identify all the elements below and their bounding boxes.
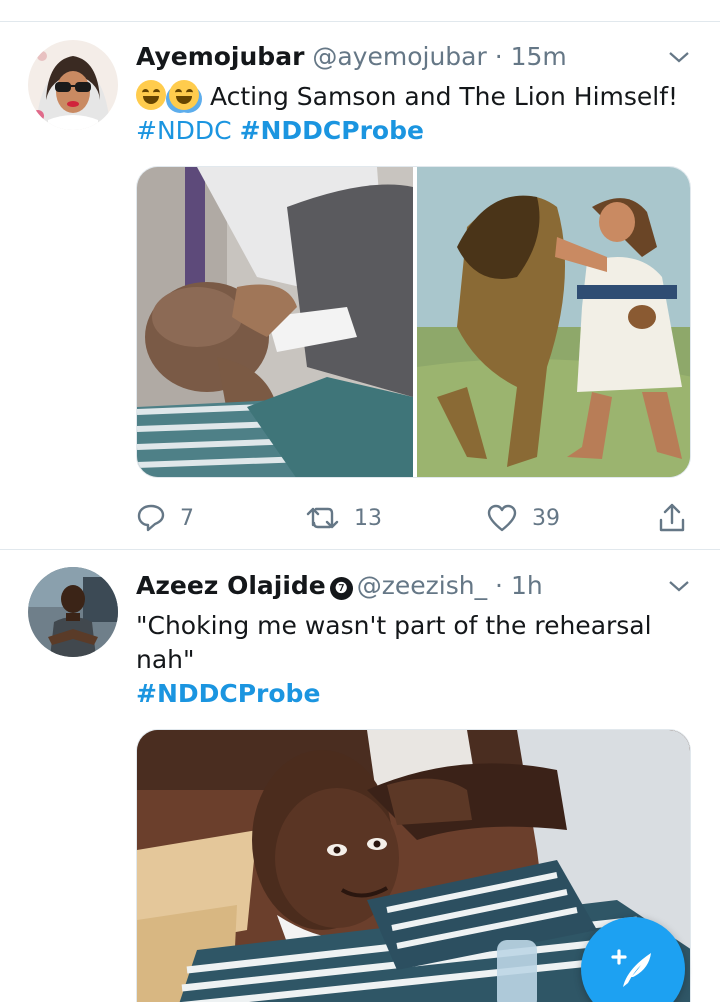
hashtag-line: #NDDC #NDDCProbe xyxy=(136,114,424,148)
retweet-button[interactable]: 13 xyxy=(306,498,382,538)
tweet-card[interactable]: Ayemojubar @ayemojubar · 15m Acting Sams… xyxy=(0,22,720,550)
avatar[interactable] xyxy=(28,40,118,130)
reply-icon xyxy=(137,504,165,532)
laughing-emoji-icon xyxy=(136,80,166,110)
reply-icon[interactable] xyxy=(142,0,158,6)
avatar[interactable] xyxy=(28,567,118,657)
timestamp[interactable]: 15m xyxy=(511,42,567,71)
timestamp[interactable]: 1h xyxy=(511,571,543,600)
separator: · xyxy=(495,571,503,600)
tears-of-joy-emoji-icon xyxy=(169,80,199,110)
display-name[interactable]: Azeez Olajide xyxy=(136,571,326,600)
media-image-left[interactable] xyxy=(137,167,413,478)
compose-tweet-icon xyxy=(611,949,651,987)
hashtag-link[interactable]: #NDDC xyxy=(136,116,232,145)
tweet-text: "Choking me wasn't part of the rehearsal… xyxy=(136,611,652,674)
tweet-media[interactable] xyxy=(136,166,691,478)
tweet-body: Acting Samson and The Lion Himself! xyxy=(209,82,679,111)
tweet-header: Azeez Olajide ❼ @zeezish_ · 1h xyxy=(136,569,720,603)
hashtag-link[interactable]: #NDDCProbe xyxy=(136,679,320,708)
display-name[interactable]: Ayemojubar xyxy=(136,42,304,71)
hashtag-line: #NDDCProbe xyxy=(136,677,320,711)
verified-badge-icon: ❼ xyxy=(329,577,353,600)
chevron-down-icon[interactable] xyxy=(668,575,690,597)
reply-button[interactable]: 7 xyxy=(136,498,194,538)
user-handle[interactable]: @zeezish_ xyxy=(357,571,487,600)
tweet-text: Acting Samson and The Lion Himself! xyxy=(136,80,696,114)
user-handle[interactable]: @ayemojubar xyxy=(312,42,486,71)
share-button[interactable] xyxy=(656,498,702,538)
separator: · xyxy=(494,42,503,71)
hashtag-link[interactable]: #NDDCProbe xyxy=(240,116,424,145)
tweet-actions: 7 13 39 xyxy=(136,498,696,538)
reply-count: 7 xyxy=(180,505,194,531)
like-button[interactable]: 39 xyxy=(486,498,560,538)
like-count: 39 xyxy=(532,505,560,531)
share-icon xyxy=(659,503,685,532)
media-image-right[interactable] xyxy=(417,167,691,478)
tweet-header: Ayemojubar @ayemojubar · 15m xyxy=(136,40,720,74)
like-icon xyxy=(487,504,517,532)
like-icon[interactable] xyxy=(492,0,508,6)
retweet-icon xyxy=(306,507,339,529)
chevron-down-icon[interactable] xyxy=(668,46,690,68)
retweet-count: 13 xyxy=(354,505,382,531)
share-icon[interactable] xyxy=(660,0,686,6)
previous-tweet-action-strip xyxy=(0,0,720,22)
